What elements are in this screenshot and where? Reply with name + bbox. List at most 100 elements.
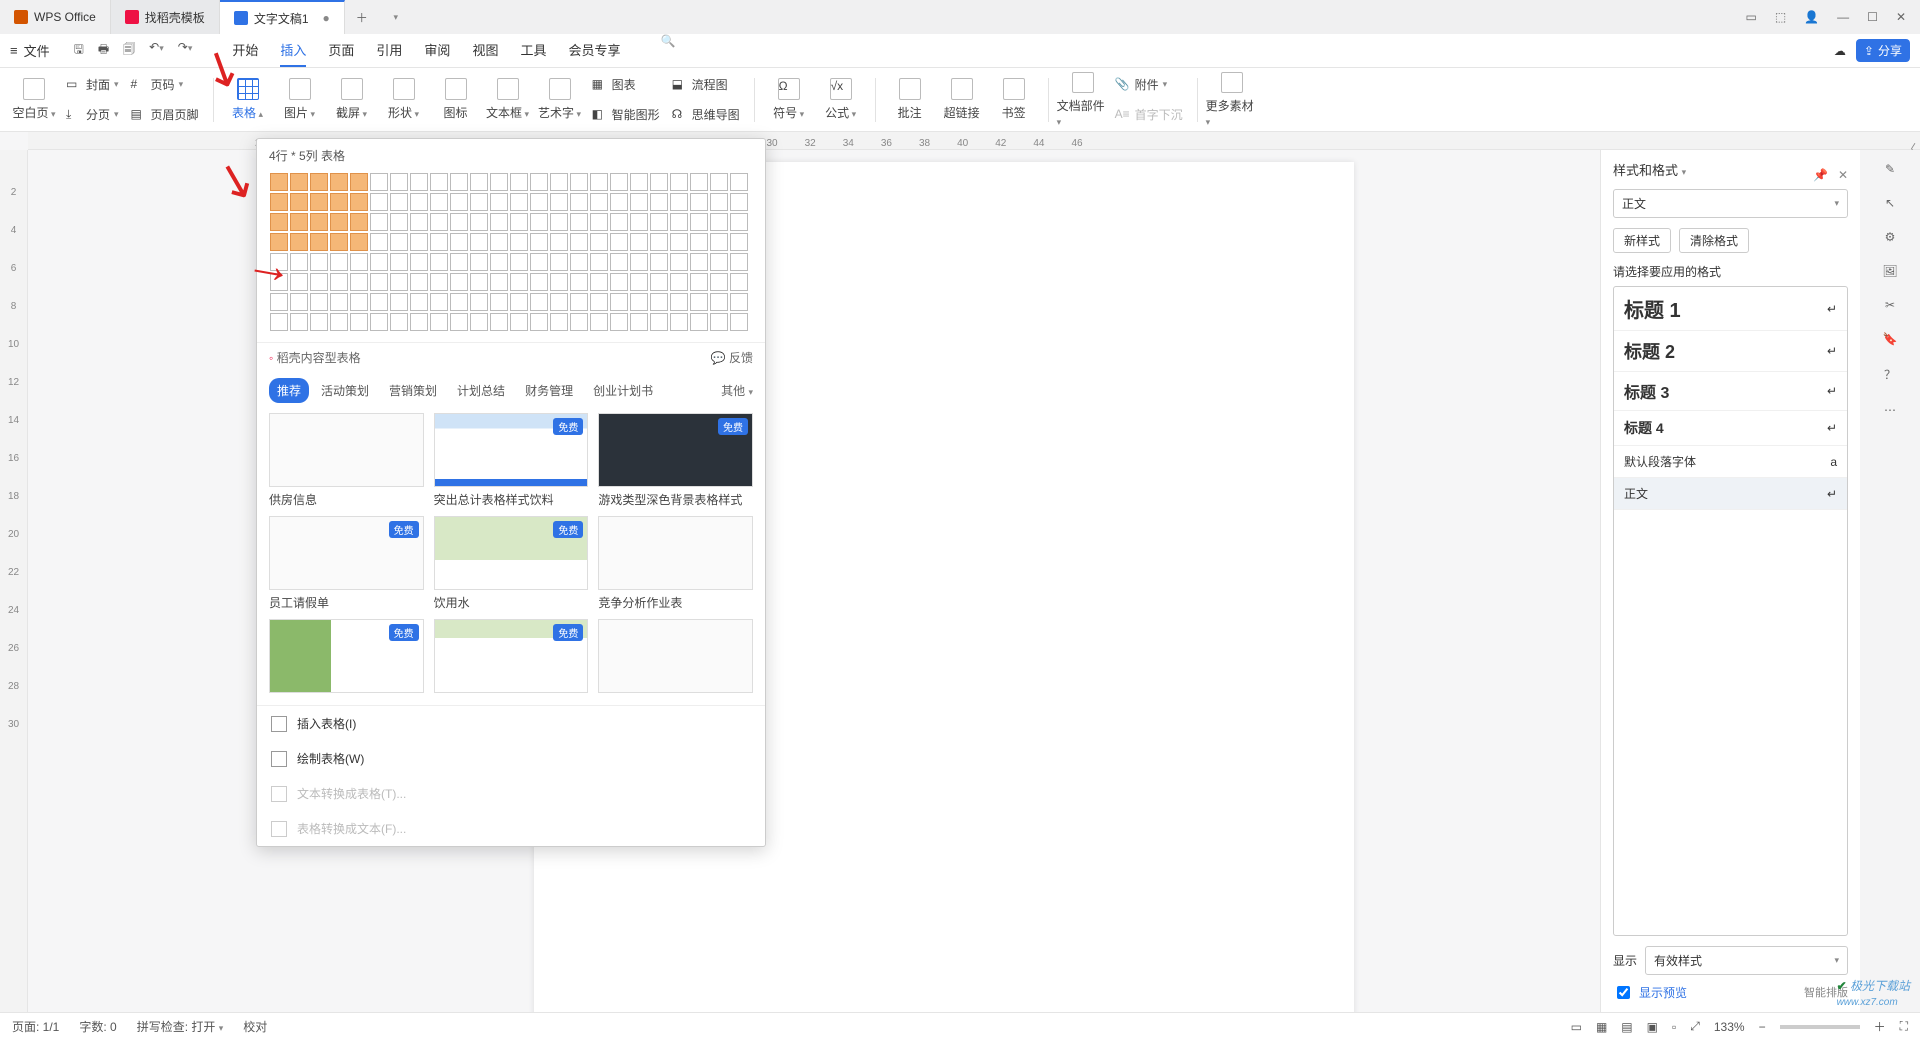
grid-cell[interactable] <box>570 213 588 231</box>
tab-tool[interactable]: 工具 <box>520 34 546 67</box>
grid-cell[interactable] <box>570 253 588 271</box>
grid-cell[interactable] <box>710 193 728 211</box>
grid-cell[interactable] <box>730 213 748 231</box>
grid-cell[interactable] <box>590 293 608 311</box>
grid-cell[interactable] <box>390 193 408 211</box>
grid-cell[interactable] <box>490 253 508 271</box>
grid-cell[interactable] <box>670 213 688 231</box>
cat-business[interactable]: 创业计划书 <box>585 378 661 403</box>
grid-cell[interactable] <box>590 213 608 231</box>
symbol-button[interactable]: Ω符号 ▾ <box>763 72 815 128</box>
grid-cell[interactable] <box>570 313 588 331</box>
view-outline-icon[interactable]: ▤ <box>1621 1020 1632 1034</box>
picture-button[interactable]: 图片 ▾ <box>274 72 326 128</box>
grid-cell[interactable] <box>630 253 648 271</box>
grid-cell[interactable] <box>370 313 388 331</box>
tab-template[interactable]: 找稻壳模板 <box>111 0 220 34</box>
grid-cell[interactable] <box>630 273 648 291</box>
grid-cell[interactable] <box>310 253 328 271</box>
grid-cell[interactable] <box>410 233 428 251</box>
grid-cell[interactable] <box>570 193 588 211</box>
cat-plan[interactable]: 计划总结 <box>449 378 513 403</box>
grid-cell[interactable] <box>270 313 288 331</box>
grid-cell[interactable] <box>350 233 368 251</box>
grid-cell[interactable] <box>290 293 308 311</box>
print-icon[interactable]: 🖶 <box>98 40 109 61</box>
grid-cell[interactable] <box>290 193 308 211</box>
grid-cell[interactable] <box>690 173 708 191</box>
grid-cell[interactable] <box>630 213 648 231</box>
grid-cell[interactable] <box>450 293 468 311</box>
grid-cell[interactable] <box>290 233 308 251</box>
grid-cell[interactable] <box>330 253 348 271</box>
grid-cell[interactable] <box>470 313 488 331</box>
grid-cell[interactable] <box>310 193 328 211</box>
grid-cell[interactable] <box>410 273 428 291</box>
grid-cell[interactable] <box>370 273 388 291</box>
template-item[interactable]: 竞争分析作业表 <box>598 516 753 611</box>
grid-cell[interactable] <box>490 173 508 191</box>
grid-cell[interactable] <box>530 173 548 191</box>
grid-cell[interactable] <box>510 253 528 271</box>
tools-icon[interactable]: ✂ <box>1885 298 1895 312</box>
grid-cell[interactable] <box>650 253 668 271</box>
tab-page[interactable]: 页面 <box>328 34 354 67</box>
grid-cell[interactable] <box>550 233 568 251</box>
grid-cell[interactable] <box>610 313 628 331</box>
grid-cell[interactable] <box>310 293 328 311</box>
select-icon[interactable]: ↖ <box>1885 196 1895 210</box>
cloud-icon[interactable]: ☁ <box>1834 44 1846 58</box>
grid-cell[interactable] <box>430 173 448 191</box>
grid-cell[interactable] <box>450 313 468 331</box>
grid-cell[interactable] <box>330 173 348 191</box>
style-item-body[interactable]: 正文↵ <box>1614 478 1847 510</box>
grid-cell[interactable] <box>430 233 448 251</box>
grid-cell[interactable] <box>630 173 648 191</box>
grid-cell[interactable] <box>670 273 688 291</box>
more-side-icon[interactable]: ⋯ <box>1884 403 1896 417</box>
status-proof[interactable]: 校对 <box>243 1018 267 1035</box>
grid-cell[interactable] <box>270 173 288 191</box>
wordart-button[interactable]: 艺术字 ▾ <box>534 72 586 128</box>
grid-cell[interactable] <box>450 233 468 251</box>
grid-cell[interactable] <box>610 193 628 211</box>
grid-cell[interactable] <box>690 253 708 271</box>
grid-cell[interactable] <box>410 313 428 331</box>
grid-cell[interactable] <box>550 253 568 271</box>
grid-cell[interactable] <box>290 253 308 271</box>
grid-cell[interactable] <box>490 233 508 251</box>
zoom-slider[interactable] <box>1780 1025 1860 1029</box>
grid-cell[interactable] <box>510 233 528 251</box>
grid-cell[interactable] <box>710 273 728 291</box>
grid-cell[interactable] <box>330 313 348 331</box>
new-style-button[interactable]: 新样式 <box>1613 228 1671 253</box>
grid-cell[interactable] <box>410 193 428 211</box>
maximize-button[interactable]: ☐ <box>1867 10 1878 24</box>
grid-cell[interactable] <box>610 173 628 191</box>
template-item[interactable]: 供房信息 <box>269 413 424 508</box>
grid-cell[interactable] <box>550 313 568 331</box>
template-item[interactable]: 免费员工请假单 <box>269 516 424 611</box>
view-read-icon[interactable]: ▣ <box>1647 1020 1658 1034</box>
grid-cell[interactable] <box>710 293 728 311</box>
bookmark-button[interactable]: 书签 <box>988 72 1040 128</box>
grid-cell[interactable] <box>510 313 528 331</box>
new-tab-button[interactable]: ＋ <box>345 0 379 34</box>
tab-review[interactable]: 审阅 <box>424 34 450 67</box>
headerfooter-button[interactable]: ▤页眉页脚 <box>125 102 205 128</box>
cat-other[interactable]: 其他 ▾ <box>721 382 753 399</box>
grid-cell[interactable] <box>550 273 568 291</box>
grid-cell[interactable] <box>290 213 308 231</box>
grid-cell[interactable] <box>430 213 448 231</box>
hyperlink-button[interactable]: 超链接 <box>936 72 988 128</box>
status-spell[interactable]: 拼写检查: 打开 ▾ <box>137 1018 224 1035</box>
cube-icon[interactable]: ⬚ <box>1775 10 1786 24</box>
grid-cell[interactable] <box>590 173 608 191</box>
grid-cell[interactable] <box>530 253 548 271</box>
pin-icon[interactable]: 📌 <box>1813 168 1828 182</box>
grid-cell[interactable] <box>430 253 448 271</box>
app-home-tab[interactable]: WPS Office <box>0 0 111 34</box>
grid-cell[interactable] <box>350 313 368 331</box>
equation-button[interactable]: √x公式 ▾ <box>815 72 867 128</box>
comment-button[interactable]: 批注 <box>884 72 936 128</box>
